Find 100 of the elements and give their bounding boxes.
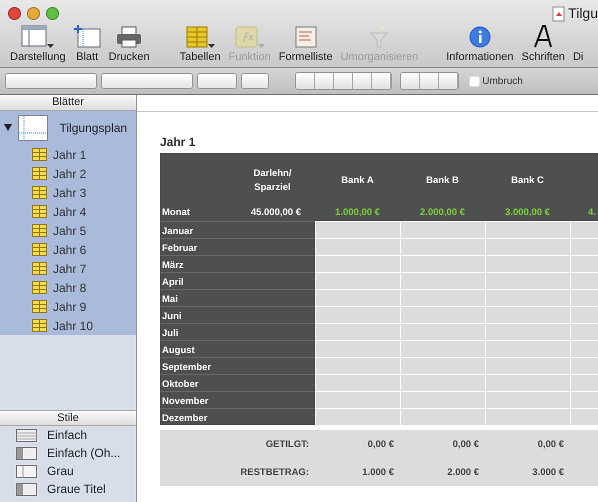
info-icon (468, 26, 491, 48)
checkbox-label: Umbruch (482, 74, 523, 88)
table-icon (32, 300, 47, 313)
font-style-popup[interactable] (101, 73, 193, 89)
toolbar-button[interactable]: Tabellen (176, 22, 225, 64)
table-icon (32, 281, 47, 294)
table-cell (570, 289, 598, 306)
vertical-align-buttons[interactable] (400, 72, 459, 90)
table-icon (32, 186, 47, 199)
table-cell: 0,00 € (485, 430, 570, 458)
row-label: Juli (160, 323, 315, 340)
funnel-icon (369, 25, 390, 48)
caret-icon (208, 44, 215, 48)
table-cell: 1.000,00 € (315, 203, 400, 221)
row-label: April (160, 272, 315, 289)
table-name[interactable]: Jahr 2 (53, 164, 86, 182)
table-name[interactable]: Jahr 10 (53, 316, 94, 334)
table-cell (570, 272, 598, 289)
table-cell: 45.000,00 € (230, 203, 315, 221)
style-name[interactable]: Grau (47, 462, 74, 480)
sheet-group[interactable]: Tilgungsplan Jahr 1 Jahr 2 Jahr 3 Jahr 4 Jahr 5 Jahr 6 Jahr 7 Jahr 8 Jahr 9 Jahr 10 (0, 111, 136, 335)
toolbar-button[interactable]: Informationen (442, 22, 518, 64)
toolbar-button[interactable]: Darstellung (6, 22, 70, 64)
new-sheet-icon (74, 25, 101, 48)
toolbar-button[interactable]: Drucken (104, 22, 154, 64)
row-label: September (160, 357, 315, 374)
table-cell (570, 238, 598, 255)
table-name[interactable]: Jahr 8 (53, 278, 86, 296)
panel-header: Stile (0, 410, 136, 426)
table-cell (570, 374, 598, 391)
minimize-button[interactable] (27, 7, 40, 20)
formula-list-icon (292, 26, 319, 48)
table-cell: 3.000,00 € (485, 203, 570, 221)
row-label: März (160, 255, 315, 272)
table-style-icon (16, 464, 37, 478)
close-button[interactable] (8, 7, 21, 20)
row-label: Juni (160, 306, 315, 323)
table-cell (570, 306, 598, 323)
zoom-button[interactable] (46, 7, 59, 20)
table-cell: 3.000 € (485, 458, 570, 486)
table-icon (32, 243, 47, 256)
table-cell (570, 391, 598, 408)
checkbox[interactable] (468, 76, 480, 86)
document-icon (552, 6, 566, 22)
row-label: Monat (160, 203, 230, 221)
table-style-icon (16, 428, 37, 442)
caret-icon (258, 44, 265, 48)
table-cell: 2.000,00 € (400, 203, 485, 221)
row-label: GETILGT: (160, 430, 315, 458)
window-layout-icon (21, 24, 48, 48)
table-cell: 0,00 € (400, 430, 485, 458)
table-cell (570, 323, 598, 340)
sheet-name[interactable]: Tilgungsplan (60, 119, 128, 137)
row-label: Januar (160, 221, 315, 238)
toolbar-button[interactable]: Blatt (70, 22, 105, 64)
window-title: Tilgu (568, 4, 598, 23)
table-icon (32, 205, 47, 218)
font-size-combo[interactable] (197, 73, 237, 89)
table-name[interactable]: Jahr 9 (53, 298, 86, 316)
column-header: Bank A (315, 153, 400, 203)
table-cell: 0,00 € (315, 430, 400, 458)
table-title: Jahr 1 (160, 134, 196, 151)
table-cell: 4. (570, 203, 598, 221)
font-family-popup[interactable] (5, 73, 97, 89)
color-well[interactable] (241, 73, 269, 89)
row-label: Dezember (160, 408, 315, 425)
table-name[interactable]: Jahr 1 (53, 146, 86, 164)
table-cell: 1.000 € (315, 458, 400, 486)
text-align-buttons[interactable] (295, 72, 392, 90)
table-name[interactable]: Jahr 6 (53, 240, 86, 258)
table-icon (32, 319, 47, 332)
panel-header: Blätter (0, 95, 136, 111)
caret-icon (47, 44, 54, 48)
table-icon (32, 224, 47, 237)
table-name[interactable]: Jahr 4 (53, 202, 86, 220)
sheet-thumbnail-icon (18, 115, 48, 141)
table-icon (32, 167, 47, 180)
table-cell (570, 255, 598, 272)
table-cell (570, 357, 598, 374)
style-name[interactable]: Graue Titel (47, 480, 106, 498)
row-label: Oktober (160, 374, 315, 391)
printer-icon (116, 25, 142, 48)
table-icon (32, 262, 47, 275)
row-label: November (160, 391, 315, 408)
style-name[interactable]: Einfach (47, 426, 88, 444)
row-label: Februar (160, 238, 315, 255)
table-icon (32, 148, 47, 161)
toolbar-button[interactable]: Schriften (518, 22, 569, 64)
column-header: Darlehn/ Sparziel (230, 153, 315, 203)
table-name[interactable]: Jahr 5 (53, 222, 86, 240)
letter-a-icon (532, 24, 554, 48)
toolbar-button[interactable]: Di (568, 22, 588, 64)
table-style-icon (16, 446, 37, 460)
column-header: Bank B (400, 153, 485, 203)
style-name[interactable]: Einfach (Oh... (47, 444, 120, 462)
table-cell (570, 340, 598, 357)
table-name[interactable]: Jahr 3 (53, 184, 86, 202)
toolbar-button[interactable]: Formelliste (274, 22, 337, 64)
table-cell (570, 221, 598, 238)
table-name[interactable]: Jahr 7 (53, 260, 86, 278)
